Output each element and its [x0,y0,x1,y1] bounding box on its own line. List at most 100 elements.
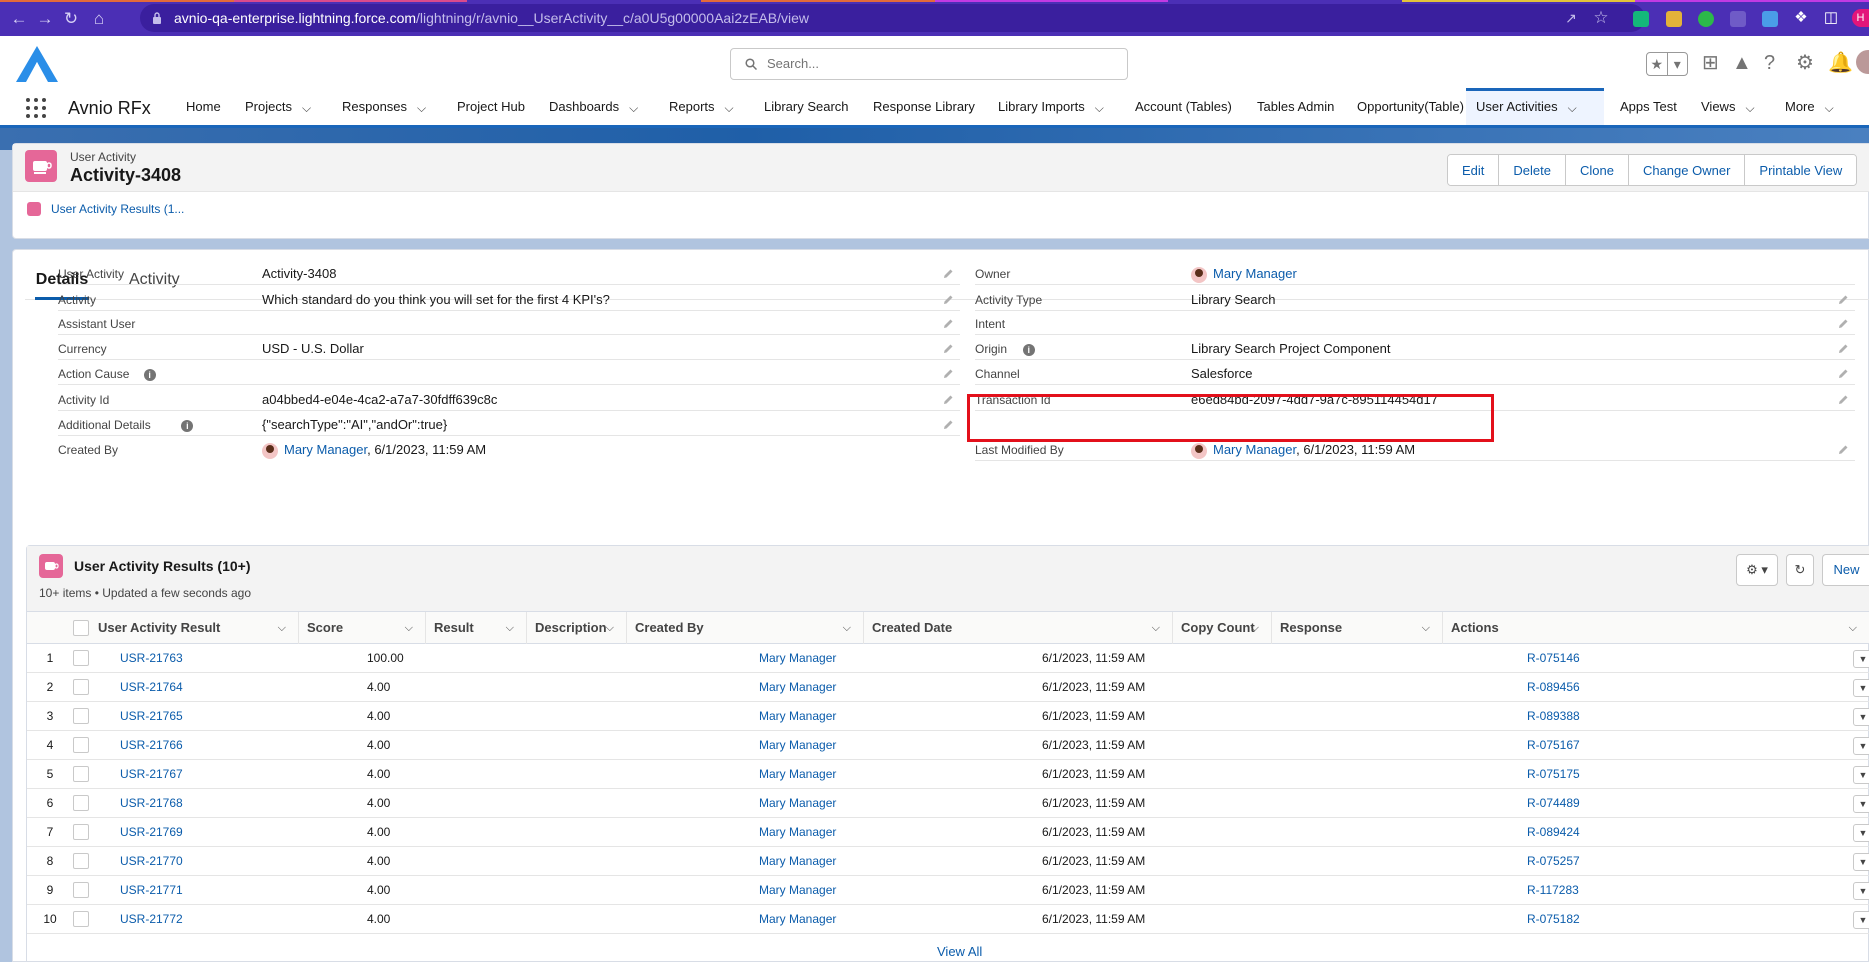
app-launcher-icon[interactable] [26,98,46,118]
extension-icon[interactable] [1698,11,1714,27]
setup-gear-icon[interactable]: ⚙ [1796,52,1814,74]
row-actions-dropdown-icon[interactable]: ▼ [1853,650,1869,668]
nav-item-tables-admin[interactable]: Tables Admin [1257,88,1334,125]
nav-item-projects[interactable]: Projects ⌵ [245,88,311,125]
chevron-down-icon[interactable]: ⌵ [417,89,426,127]
change-owner-button[interactable]: Change Owner [1627,155,1745,185]
chevron-down-icon[interactable]: ⌵ [1422,612,1430,644]
response-link[interactable]: R-089424 [1527,818,1580,847]
result-name-link[interactable]: USR-21763 [120,644,183,673]
bookmark-star-icon[interactable]: ☆ [1592,9,1610,27]
response-link[interactable]: R-075175 [1527,760,1580,789]
result-name-link[interactable]: USR-21768 [120,789,183,818]
nav-item-project-hub[interactable]: Project Hub [457,88,525,125]
response-link[interactable]: R-075182 [1527,905,1580,934]
trailhead-icon[interactable]: ▲ [1732,52,1752,74]
chevron-down-icon[interactable]: ⌵ [1152,612,1160,644]
response-link[interactable]: R-074489 [1527,789,1580,818]
global-actions-plus-icon[interactable]: ⊞ [1702,52,1719,74]
result-name-link[interactable]: USR-21769 [120,818,183,847]
created-by-link[interactable]: Mary Manager [759,731,836,760]
chevron-down-icon[interactable]: ⌵ [725,89,734,127]
result-name-link[interactable]: USR-21766 [120,731,183,760]
response-link[interactable]: R-075167 [1527,731,1580,760]
edit-pencil-icon[interactable] [942,343,954,355]
row-actions-dropdown-icon[interactable]: ▼ [1853,882,1869,900]
chevron-down-icon[interactable]: ⌵ [1849,612,1857,644]
info-icon[interactable]: i [143,369,156,381]
notifications-bell-icon[interactable]: 🔔 [1828,52,1853,74]
nav-item-responses[interactable]: Responses ⌵ [342,88,426,125]
profile-avatar[interactable]: H [1852,9,1869,27]
nav-item-user-activities[interactable]: User Activities ⌵ [1466,88,1604,125]
edit-pencil-icon[interactable] [942,294,954,306]
user-link[interactable]: Mary Manager [1213,442,1296,457]
response-link[interactable]: R-075146 [1527,644,1580,673]
created-by-link[interactable]: Mary Manager [759,644,836,673]
result-name-link[interactable]: USR-21767 [120,760,183,789]
response-link[interactable]: R-089456 [1527,673,1580,702]
nav-item-account-tables[interactable]: Account (Tables) [1135,88,1232,125]
column-header-response[interactable]: Response ⌵ [1272,612,1443,644]
result-name-link[interactable]: USR-21765 [120,702,183,731]
created-by-link[interactable]: Mary Manager [759,876,836,905]
column-header-created-date[interactable]: Created Date ⌵ [864,612,1173,644]
reload-icon[interactable]: ↻ [62,10,80,28]
chevron-down-icon[interactable]: ⌵ [506,612,514,644]
result-name-link[interactable]: USR-21764 [120,673,183,702]
delete-button[interactable]: Delete [1498,155,1565,185]
home-icon[interactable]: ⌂ [90,10,108,28]
back-arrow-icon[interactable]: ← [10,10,28,28]
row-checkbox[interactable] [73,795,89,811]
refresh-icon[interactable]: ↻ [1786,554,1814,586]
edit-pencil-icon[interactable] [942,368,954,380]
edit-pencil-icon[interactable] [1837,294,1849,306]
row-checkbox[interactable] [73,737,89,753]
nav-item-more[interactable]: More ⌵ [1785,88,1834,125]
chevron-down-icon[interactable]: ▾ [1666,53,1688,75]
row-actions-dropdown-icon[interactable]: ▼ [1853,766,1869,784]
chevron-down-icon[interactable]: ⌵ [1251,612,1259,644]
clone-button[interactable]: Clone [1564,155,1628,185]
column-header-score[interactable]: Score ⌵ [299,612,426,644]
row-checkbox[interactable] [73,911,89,927]
extension-icon[interactable] [1666,11,1682,27]
nav-item-response-library[interactable]: Response Library [873,88,975,125]
nav-item-views[interactable]: Views ⌵ [1701,88,1755,125]
edit-pencil-icon[interactable] [942,318,954,330]
row-checkbox[interactable] [73,679,89,695]
edit-button[interactable]: Edit [1448,155,1499,185]
help-icon[interactable]: ? [1764,52,1775,74]
response-link[interactable]: R-117283 [1527,876,1579,905]
select-all-checkbox[interactable] [73,620,89,636]
created-by-link[interactable]: Mary Manager [759,760,836,789]
chevron-down-icon[interactable]: ⌵ [1095,89,1104,127]
edit-pencil-icon[interactable] [1837,368,1849,380]
extension-icon[interactable] [1730,11,1746,27]
favorites-button[interactable]: ★ ▾ [1646,52,1688,76]
info-icon[interactable]: i [181,420,194,432]
edit-pencil-icon[interactable] [942,268,954,280]
address-bar[interactable]: avnio-qa-enterprise.lightning.force.com/… [140,4,1645,32]
edit-pencil-icon[interactable] [942,419,954,431]
share-icon[interactable]: ↗ [1562,9,1580,27]
column-header-created-by[interactable]: Created By ⌵ [627,612,864,644]
row-checkbox[interactable] [73,650,89,666]
info-icon[interactable]: i [1022,344,1035,356]
row-checkbox[interactable] [73,766,89,782]
response-link[interactable]: R-075257 [1527,847,1580,876]
created-by-link[interactable]: Mary Manager [759,673,836,702]
row-actions-dropdown-icon[interactable]: ▼ [1853,679,1869,697]
created-by-link[interactable]: Mary Manager [759,789,836,818]
created-by-link[interactable]: Mary Manager [759,818,836,847]
edit-pencil-icon[interactable] [1837,394,1849,406]
edit-pencil-icon[interactable] [942,394,954,406]
edit-pencil-icon[interactable] [1837,444,1849,456]
user-link[interactable]: Mary Manager [1213,266,1297,281]
column-header-actions[interactable]: Actions ⌵ [1443,612,1869,644]
result-name-link[interactable]: USR-21772 [120,905,183,934]
row-actions-dropdown-icon[interactable]: ▼ [1853,795,1869,813]
list-settings-gear-icon[interactable]: ⚙ ▾ [1736,554,1778,586]
chevron-down-icon[interactable]: ⌵ [606,612,614,644]
row-actions-dropdown-icon[interactable]: ▼ [1853,737,1869,755]
